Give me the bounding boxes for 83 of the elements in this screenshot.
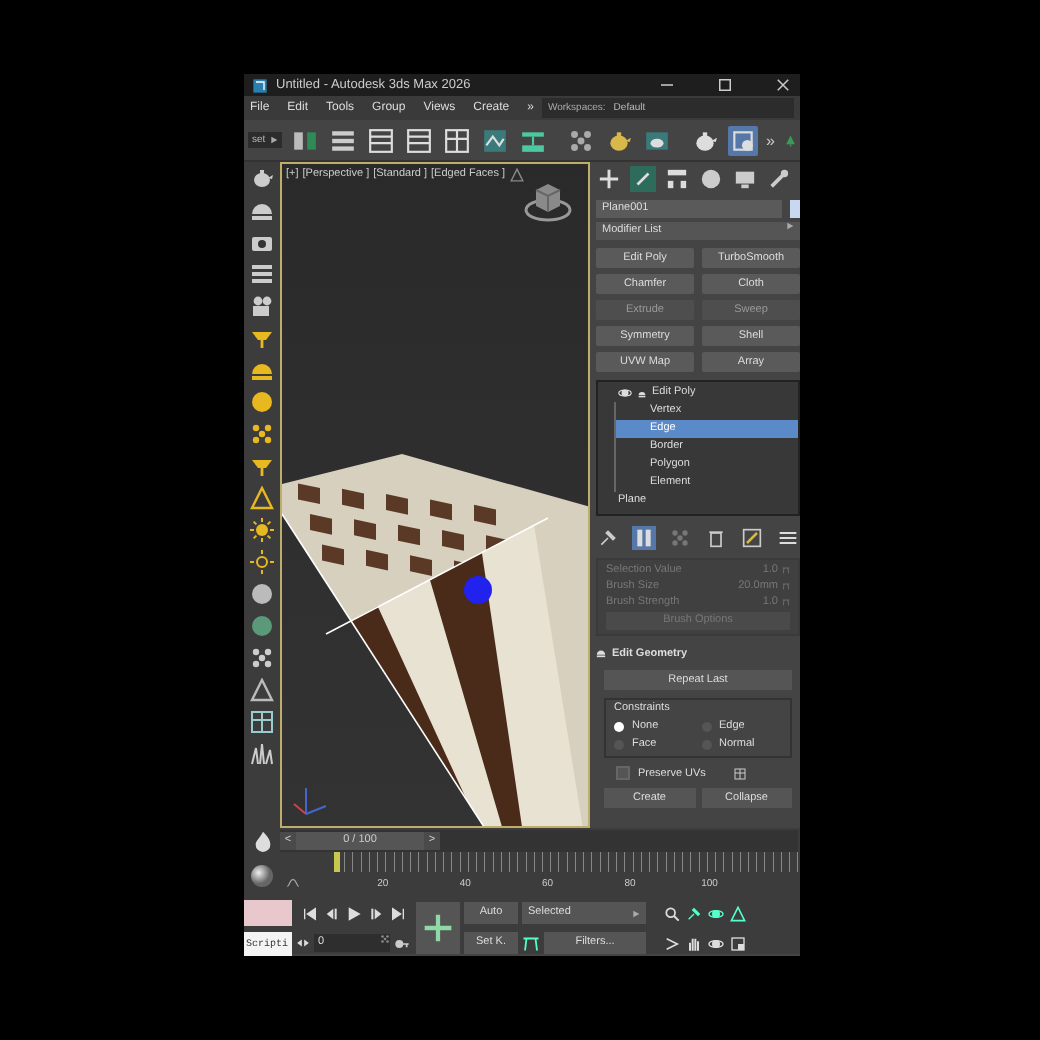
sphere-icon[interactable] [250, 582, 274, 606]
schematic-icon[interactable] [567, 127, 594, 153]
key-mode-icon[interactable] [296, 936, 310, 950]
dropdown-caret-icon [269, 136, 278, 144]
show-result-icon[interactable] [634, 528, 654, 548]
flame-icon[interactable] [251, 829, 273, 851]
sun-outline-icon[interactable] [250, 550, 274, 574]
create-key-button[interactable] [416, 902, 460, 954]
checkbox[interactable] [616, 766, 630, 780]
zoom-region-icon[interactable] [729, 905, 745, 921]
window-icon[interactable] [443, 127, 470, 153]
half-sphere-icon[interactable] [250, 198, 274, 222]
schedule-icon[interactable] [730, 127, 757, 153]
layer-icon[interactable] [405, 127, 432, 153]
radio-button[interactable] [614, 721, 624, 731]
key-marker [334, 852, 340, 872]
curve-icon[interactable] [286, 876, 300, 890]
axis-tripod-icon [293, 787, 327, 815]
play-icon[interactable] [346, 905, 362, 921]
field-of-view-icon[interactable] [663, 935, 679, 951]
sun-icon[interactable] [250, 518, 274, 542]
object-color-swatch[interactable] [790, 200, 800, 218]
zoom-all-icon[interactable] [685, 905, 701, 921]
zoom-extents-icon[interactable] [707, 905, 723, 921]
spinner-icon [380, 934, 390, 944]
pan-icon[interactable] [685, 935, 701, 951]
material-sphere-icon[interactable] [250, 864, 274, 888]
go-to-end-icon[interactable] [390, 905, 406, 921]
list-icon[interactable] [367, 127, 394, 153]
settings-icon[interactable] [733, 767, 746, 779]
render-frame-icon[interactable] [643, 127, 670, 153]
teapot-icon[interactable] [605, 127, 632, 153]
filter-icon[interactable] [509, 168, 524, 182]
create-icon[interactable] [598, 168, 620, 190]
toolbar-overflow[interactable]: » [766, 131, 775, 149]
utilities-icon[interactable] [768, 168, 790, 190]
teapot-icon[interactable] [250, 166, 274, 190]
pyramid-icon[interactable] [250, 678, 274, 702]
tiles-icon[interactable] [250, 710, 274, 734]
app-icon [252, 77, 268, 93]
dots-icon[interactable] [250, 646, 274, 670]
dropdown-caret-icon [632, 909, 640, 917]
panel-icon[interactable] [250, 262, 274, 286]
menu-icon[interactable] [778, 528, 798, 548]
grass-icon[interactable] [250, 742, 274, 766]
video-camera-icon[interactable] [250, 294, 274, 318]
orb-icon[interactable] [250, 422, 274, 446]
go-to-start-icon[interactable] [302, 905, 318, 921]
spotlight-icon[interactable] [250, 454, 274, 478]
key-icon[interactable] [394, 935, 410, 951]
motion-icon[interactable] [700, 168, 722, 190]
previous-frame-icon[interactable] [324, 905, 340, 921]
viewcube-icon[interactable] [524, 178, 572, 226]
tangent-icon[interactable] [522, 934, 540, 952]
globe-icon[interactable] [250, 614, 274, 638]
link-icon[interactable] [291, 127, 318, 153]
brush-cursor-icon [464, 576, 492, 604]
display-icon[interactable] [734, 168, 756, 190]
render-teapot-icon[interactable] [692, 127, 719, 153]
sphere-icon[interactable] [250, 390, 274, 414]
listener-field[interactable] [244, 900, 292, 926]
lamp-icon[interactable] [250, 326, 274, 350]
maximize-icon[interactable] [716, 76, 734, 94]
next-frame-icon[interactable] [368, 905, 384, 921]
hierarchy-icon[interactable] [666, 168, 688, 190]
collapse-icon[interactable] [596, 648, 606, 658]
orbit-icon[interactable] [707, 935, 723, 951]
zoom-icon[interactable] [663, 905, 679, 921]
dropdown-caret-icon [786, 222, 794, 230]
modify-icon[interactable] [632, 168, 654, 190]
light-icon[interactable] [250, 486, 274, 510]
configure-icon[interactable] [742, 528, 762, 548]
delete-icon[interactable] [706, 528, 726, 548]
close-icon[interactable] [774, 76, 792, 94]
plus-icon [422, 912, 454, 944]
eye-icon[interactable] [618, 386, 632, 400]
dome-icon[interactable] [250, 358, 274, 382]
curve-editor-icon[interactable] [481, 127, 508, 153]
expand-icon[interactable] [638, 389, 646, 397]
maximize-viewport-icon[interactable] [729, 935, 745, 951]
align-icon[interactable] [329, 127, 356, 153]
pin-icon[interactable] [598, 528, 618, 548]
import-icon[interactable] [519, 127, 546, 153]
